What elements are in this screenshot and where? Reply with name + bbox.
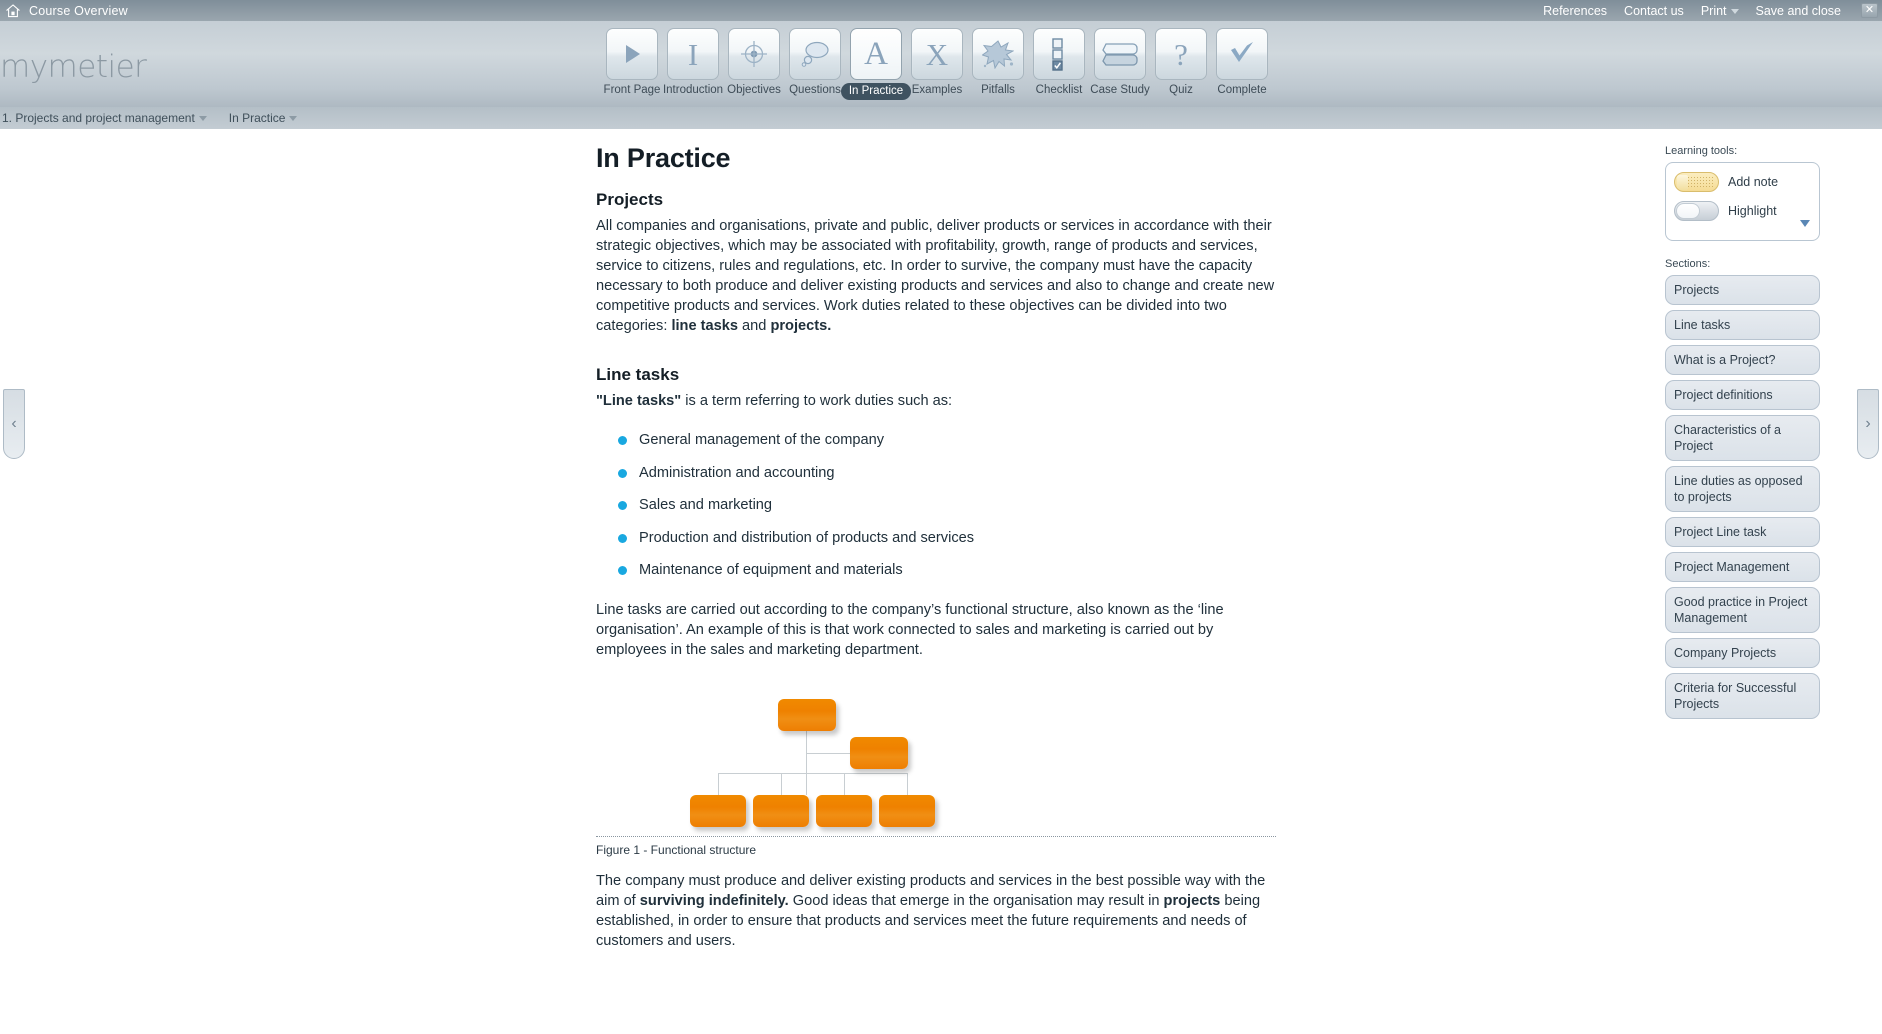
checklist-boxes-icon bbox=[1033, 28, 1085, 80]
org-connector-child2-vertical bbox=[781, 773, 782, 795]
course-overview-title: Course Overview bbox=[29, 3, 128, 18]
home-icon[interactable] bbox=[5, 3, 21, 19]
paragraph-line-tasks-lead: "Line tasks" is a term referring to work… bbox=[596, 393, 953, 409]
org-node-dept-4 bbox=[879, 795, 935, 827]
tool-front-page[interactable]: Front Page bbox=[604, 28, 660, 96]
page-title: In Practice bbox=[596, 143, 731, 173]
highlight-label: Highlight bbox=[1728, 204, 1777, 218]
learning-tools-caption: Learning tools: bbox=[1665, 145, 1738, 157]
org-node-root bbox=[778, 699, 836, 731]
sidebar-item-line-duties-as-opposed-to-projects[interactable]: Line duties as opposed to projects bbox=[1665, 466, 1820, 512]
org-chart bbox=[596, 693, 1276, 843]
tool-questions[interactable]: Questions bbox=[787, 28, 843, 96]
chevron-down-icon[interactable] bbox=[1800, 220, 1810, 227]
tool-introduction[interactable]: I Introduction bbox=[663, 28, 723, 96]
sidebar-item-project-line-task[interactable]: Project Line task bbox=[1665, 517, 1820, 547]
letter-i-icon: I bbox=[667, 28, 719, 80]
org-connector-child4-vertical bbox=[907, 773, 908, 795]
prev-page-arrow[interactable]: ‹ bbox=[3, 389, 25, 459]
tool-pitfalls[interactable]: Pitfalls bbox=[970, 28, 1026, 96]
top-bar-links: References Contact us Print Save and clo… bbox=[1543, 0, 1878, 21]
heading-projects: Projects bbox=[596, 190, 664, 209]
org-node-dept-1 bbox=[690, 795, 746, 827]
org-connector-root-vertical bbox=[806, 731, 807, 795]
list-item: Maintenance of equipment and materials bbox=[618, 560, 1276, 580]
stacked-cards-icon bbox=[1094, 28, 1146, 80]
org-connector-child3-vertical bbox=[844, 773, 845, 795]
list-item: Production and distribution of products … bbox=[618, 528, 1276, 548]
highlight-row[interactable]: Highlight bbox=[1674, 201, 1811, 221]
article: In Practice Projects All companies and o… bbox=[596, 143, 1276, 951]
tool-quiz[interactable]: ? Quiz bbox=[1153, 28, 1209, 96]
breadcrumb-item-course[interactable]: 1. Projects and project management bbox=[2, 111, 207, 125]
chevron-down-icon bbox=[289, 115, 298, 121]
sidebar-item-characteristics-of-a-project[interactable]: Characteristics of a Project bbox=[1665, 415, 1820, 461]
line-tasks-list: General management of the company Admini… bbox=[618, 430, 1276, 580]
org-connector-children-horizontal bbox=[718, 773, 907, 774]
right-sidebar: Learning tools: Add note Highlight Secti… bbox=[1665, 145, 1820, 724]
tool-in-practice[interactable]: A In Practice bbox=[840, 28, 912, 100]
toggle-knob bbox=[1676, 203, 1700, 219]
figure-caption: Figure 1 - Functional structure bbox=[596, 843, 757, 857]
content-area: ‹ › In Practice Projects All companies a… bbox=[0, 129, 1882, 1034]
sidebar-item-criteria-for-successful-projects[interactable]: Criteria for Successful Projects bbox=[1665, 673, 1820, 719]
list-item: General management of the company bbox=[618, 430, 1276, 450]
letter-a-icon: A bbox=[850, 28, 902, 80]
sections-caption: Sections: bbox=[1665, 258, 1711, 270]
org-node-dept-3 bbox=[816, 795, 872, 827]
tool-complete[interactable]: Complete bbox=[1214, 28, 1270, 96]
learning-tools-panel: Add note Highlight bbox=[1665, 162, 1820, 241]
list-item: Sales and marketing bbox=[618, 495, 1276, 515]
heading-line-tasks: Line tasks bbox=[596, 365, 680, 384]
tool-examples[interactable]: X Examples bbox=[909, 28, 965, 96]
checkmark-icon bbox=[1216, 28, 1268, 80]
letter-x-icon: X bbox=[911, 28, 963, 80]
chevron-down-icon bbox=[198, 115, 207, 121]
sidebar-item-projects[interactable]: Projects bbox=[1665, 275, 1820, 305]
section-toolbar: Front Page I Introduction Objectives Que… bbox=[604, 28, 1270, 100]
sidebar-item-good-practice-in-project-management[interactable]: Good practice in Project Management bbox=[1665, 587, 1820, 633]
paragraph-line-organisation: Line tasks are carried out according to … bbox=[596, 602, 1224, 658]
play-triangle-icon bbox=[606, 28, 658, 80]
save-and-close-link[interactable]: Save and close bbox=[1756, 4, 1841, 18]
sidebar-item-project-definitions[interactable]: Project definitions bbox=[1665, 380, 1820, 410]
highlight-toggle[interactable] bbox=[1674, 201, 1719, 221]
org-connector-staff-horizontal bbox=[806, 753, 850, 754]
org-connector-child1-vertical bbox=[718, 773, 719, 795]
add-note-row[interactable]: Add note bbox=[1674, 172, 1811, 192]
figure-functional-structure: Figure 1 - Functional structure bbox=[596, 693, 1276, 857]
speech-bubble-icon bbox=[789, 28, 841, 80]
tool-objectives[interactable]: Objectives bbox=[726, 28, 782, 96]
splat-icon bbox=[972, 28, 1024, 80]
org-node-staff bbox=[850, 737, 908, 769]
note-icon[interactable] bbox=[1674, 172, 1719, 192]
target-crosshair-icon bbox=[728, 28, 780, 80]
add-note-label: Add note bbox=[1728, 175, 1779, 189]
print-menu[interactable]: Print bbox=[1701, 4, 1739, 18]
tool-case-study[interactable]: Case Study bbox=[1090, 28, 1150, 96]
question-mark-icon: ? bbox=[1155, 28, 1207, 80]
contact-us-link[interactable]: Contact us bbox=[1624, 4, 1684, 18]
paragraph-projects: All companies and organisations, private… bbox=[596, 218, 1275, 334]
close-button[interactable]: ✕ bbox=[1861, 3, 1878, 18]
sidebar-item-line-tasks[interactable]: Line tasks bbox=[1665, 310, 1820, 340]
tool-checklist[interactable]: Checklist bbox=[1031, 28, 1087, 96]
breadcrumb: 1. Projects and project management In Pr… bbox=[0, 107, 1882, 129]
top-bar: Course Overview References Contact us Pr… bbox=[0, 0, 1882, 21]
figure-divider bbox=[596, 836, 1276, 837]
references-link[interactable]: References bbox=[1543, 4, 1607, 18]
app-header: mymetier Front Page I Introduction Objec… bbox=[0, 21, 1882, 133]
next-page-arrow[interactable]: › bbox=[1857, 389, 1879, 459]
sidebar-item-what-is-a-project[interactable]: What is a Project? bbox=[1665, 345, 1820, 375]
sidebar-item-company-projects[interactable]: Company Projects bbox=[1665, 638, 1820, 668]
sidebar-item-project-management[interactable]: Project Management bbox=[1665, 552, 1820, 582]
paragraph-closing: The company must produce and deliver exi… bbox=[596, 873, 1266, 949]
list-item: Administration and accounting bbox=[618, 463, 1276, 483]
chevron-down-icon bbox=[1730, 8, 1739, 14]
breadcrumb-item-section[interactable]: In Practice bbox=[229, 111, 298, 125]
brand-logo: mymetier bbox=[0, 49, 147, 85]
org-node-dept-2 bbox=[753, 795, 809, 827]
